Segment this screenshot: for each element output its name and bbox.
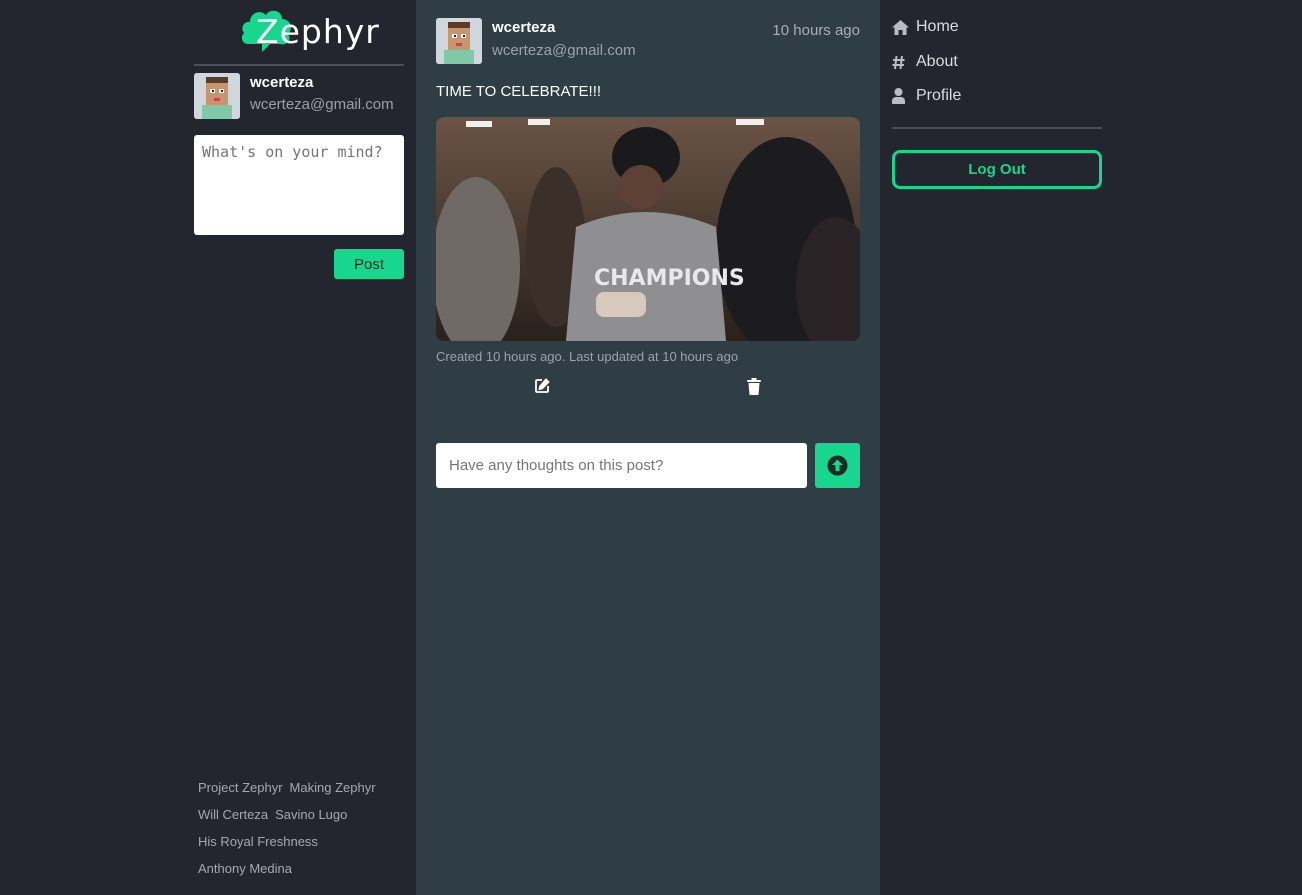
home-icon xyxy=(892,18,912,36)
post-image: CHAMPIONS xyxy=(436,117,860,341)
post-author-name[interactable]: wcerteza xyxy=(492,19,555,36)
nav-label: About xyxy=(916,53,958,70)
edit-icon[interactable] xyxy=(534,378,552,396)
nav-label: Profile xyxy=(916,87,962,104)
avatar xyxy=(194,73,240,119)
left-sidebar: Zephyr wcerteza wcerteza@gmail.com Post xyxy=(194,0,404,895)
app-page: Zephyr wcerteza wcerteza@gmail.com Post xyxy=(0,0,1302,895)
post-text: TIME TO CELEBRATE!!! xyxy=(436,83,602,100)
nav-profile[interactable]: Profile xyxy=(892,85,961,107)
arrow-up-circle-icon xyxy=(827,455,848,476)
current-user[interactable]: wcerteza wcerteza@gmail.com xyxy=(194,73,404,119)
divider xyxy=(892,127,1102,129)
nav-home[interactable]: Home xyxy=(892,16,959,38)
username: wcerteza xyxy=(250,74,314,91)
footer-links: Project Zephyr Making Zephyr Will Certeza… xyxy=(198,779,408,887)
brand-name: Zephyr xyxy=(256,12,380,51)
post-author-email: wcerteza@gmail.com xyxy=(492,42,636,59)
zephyr-logo[interactable]: Zephyr xyxy=(240,4,379,53)
post-meta: Created 10 hours ago. Last updated at 10… xyxy=(436,349,739,364)
comment-input[interactable] xyxy=(436,443,807,488)
right-nav: Home About Profile Log Out xyxy=(892,0,1102,895)
divider xyxy=(194,64,404,66)
footer-link[interactable]: Will Certeza xyxy=(198,807,268,822)
nav-about[interactable]: About xyxy=(892,51,958,73)
post-author-avatar[interactable] xyxy=(436,18,482,64)
post-button[interactable]: Post xyxy=(334,249,404,279)
footer-link[interactable]: Making Zephyr xyxy=(290,780,376,795)
footer-link[interactable]: His Royal Freshness xyxy=(198,834,318,849)
log-out-button[interactable]: Log Out xyxy=(892,150,1102,189)
trash-icon[interactable] xyxy=(747,378,763,396)
hash-icon xyxy=(892,53,912,71)
footer-link[interactable]: Savino Lugo xyxy=(275,807,347,822)
footer-link[interactable]: Anthony Medina xyxy=(198,861,292,876)
post-composer-input[interactable] xyxy=(194,135,404,235)
user-icon xyxy=(892,87,912,105)
footer-link[interactable]: Project Zephyr xyxy=(198,780,283,795)
comment-send-button[interactable] xyxy=(815,443,860,488)
post-detail: wcerteza wcerteza@gmail.com 10 hours ago… xyxy=(416,0,880,895)
post-timestamp: 10 hours ago xyxy=(772,22,860,39)
user-email: wcerteza@gmail.com xyxy=(250,96,394,113)
svg-text:CHAMPIONS: CHAMPIONS xyxy=(594,266,745,291)
nav-label: Home xyxy=(916,18,959,35)
